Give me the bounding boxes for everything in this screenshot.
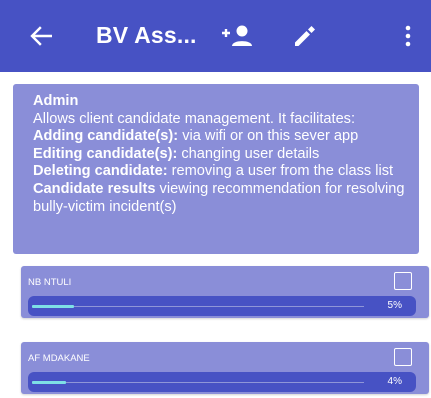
candidate-checkbox[interactable]	[394, 348, 412, 366]
candidate-progress-bar: 5%	[28, 296, 416, 316]
info-line-adding: Adding candidate(s): via wifi or on this…	[33, 128, 405, 146]
admin-info-card: Admin Allows client candidate management…	[13, 84, 419, 254]
info-line-editing: Editing candidate(s): changing user deta…	[33, 146, 405, 164]
info-line-label: Editing candidate(s):	[33, 145, 178, 162]
progress-percent: 5%	[387, 300, 402, 311]
info-line-text: changing user details	[177, 145, 320, 162]
candidate-name: AF MDAKANE	[28, 353, 90, 364]
info-line-label: Deleting candidate:	[33, 163, 168, 180]
progress-fill	[32, 305, 75, 308]
arrow-left-icon[interactable]	[30, 26, 52, 46]
progress-percent: 4%	[387, 376, 402, 387]
progress-track-line	[38, 306, 364, 307]
info-intro: Allows client candidate management. It f…	[33, 110, 356, 127]
info-line-label: Candidate results	[33, 180, 156, 197]
info-line-deleting: Deleting candidate: removing a user from…	[33, 163, 405, 181]
candidate-progress-bar: 4%	[28, 372, 416, 392]
app-bar: BV Ass...	[0, 0, 431, 72]
pencil-icon[interactable]	[292, 23, 318, 49]
info-line-label: Adding candidate(s):	[33, 128, 179, 145]
progress-fill	[32, 381, 66, 384]
candidate-card[interactable]: AF MDAKANE 4%	[21, 342, 429, 394]
info-line-text: via wifi or on this sever app	[178, 128, 359, 145]
info-line-text: removing a user from the class list	[167, 163, 394, 180]
progress-track-line	[38, 382, 364, 383]
page-title: BV Ass...	[96, 22, 197, 48]
info-line-results: Candidate results viewing recommendation…	[33, 181, 405, 216]
info-heading: Admin	[33, 93, 79, 109]
more-vertical-icon[interactable]	[400, 23, 416, 49]
person-add-icon[interactable]	[222, 24, 256, 48]
candidate-checkbox[interactable]	[394, 272, 412, 290]
candidate-name: NB NTULI	[28, 277, 72, 288]
candidate-card[interactable]: NB NTULI 5%	[21, 266, 429, 318]
